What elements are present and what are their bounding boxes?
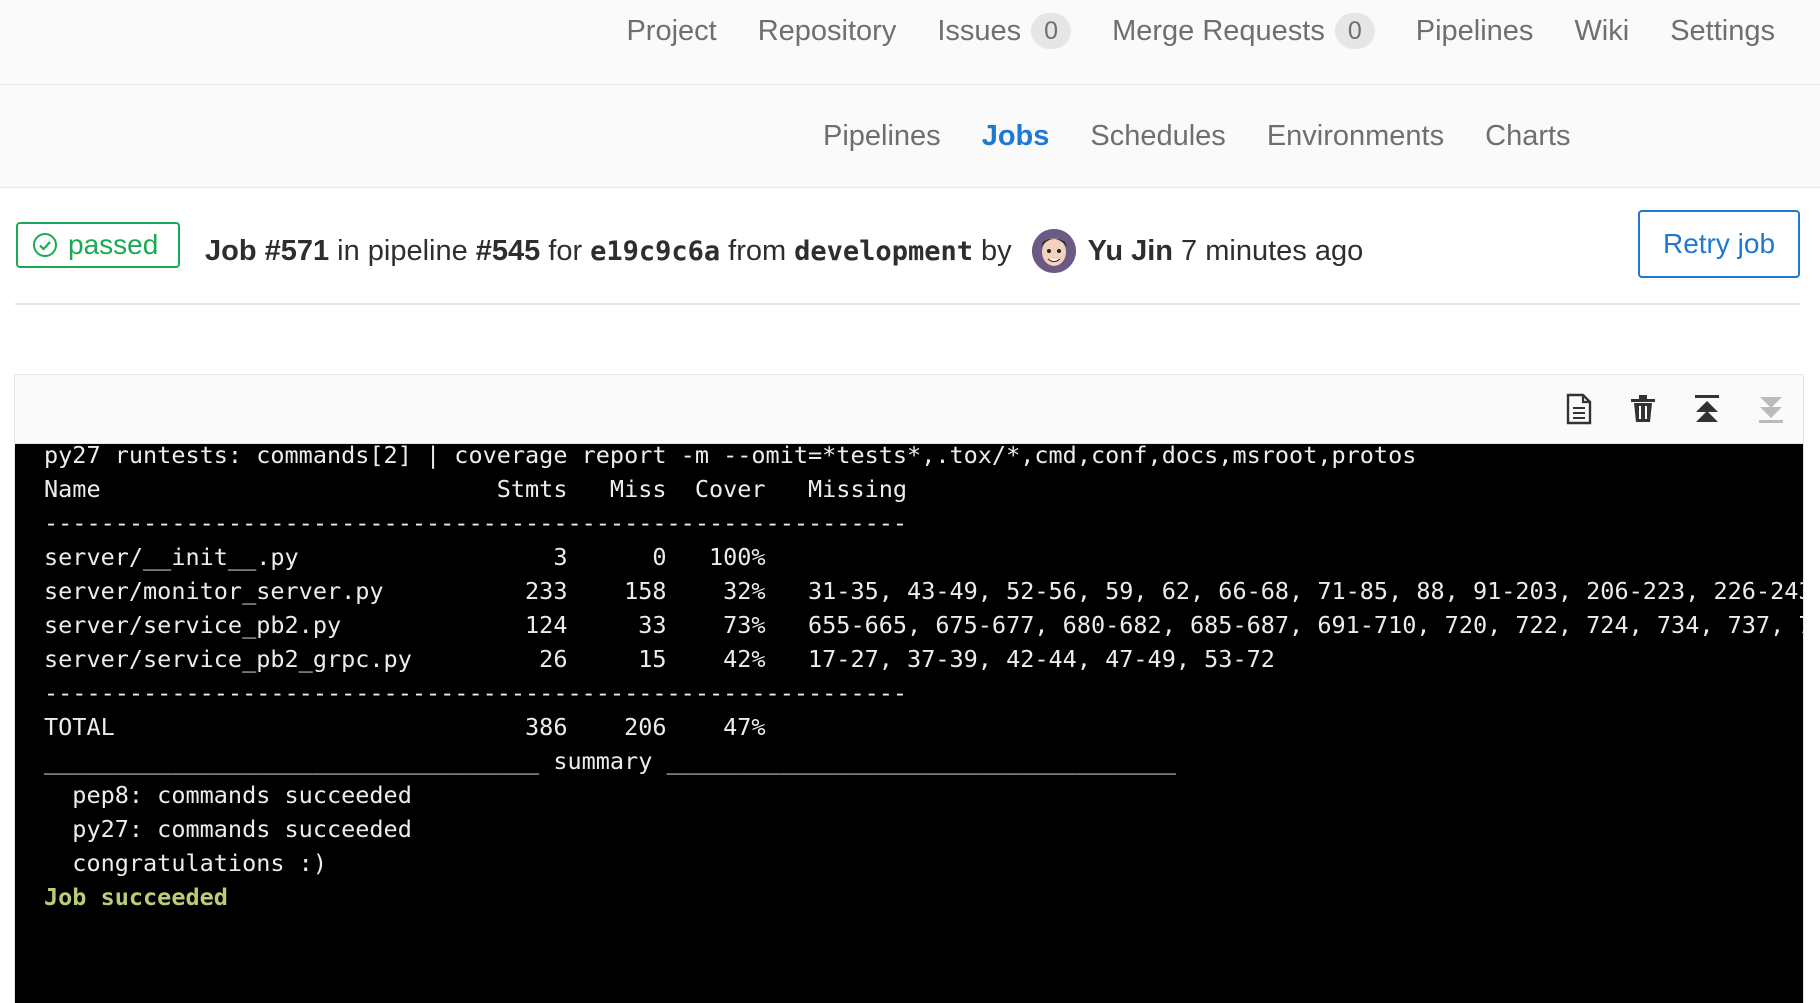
tab-pipelines[interactable]: Pipelines bbox=[823, 120, 941, 153]
nav-repository[interactable]: Repository bbox=[758, 15, 897, 48]
scroll-top-icon[interactable] bbox=[1689, 391, 1725, 427]
log-line: congratulations :) bbox=[44, 849, 327, 877]
log-line: ----------------------------------------… bbox=[44, 509, 908, 537]
job-info: Job #571 in pipeline #545 for e19c9c6a f… bbox=[205, 225, 1371, 277]
issues-count-badge: 0 bbox=[1031, 13, 1072, 49]
top-nav: Project Repository Issues 0 Merge Request… bbox=[0, 0, 1820, 85]
status-text: passed bbox=[68, 229, 159, 260]
avatar[interactable] bbox=[1031, 229, 1076, 273]
nav-settings[interactable]: Settings bbox=[1670, 15, 1775, 48]
log-line: server/service_pb2.py 124 33 73% 655-665… bbox=[44, 611, 1803, 639]
nav-pipelines[interactable]: Pipelines bbox=[1416, 15, 1534, 48]
sub-nav-list: Pipelines Jobs Schedules Environments Ch… bbox=[823, 85, 1612, 187]
tab-environments[interactable]: Environments bbox=[1267, 120, 1444, 153]
job-log-panel: py27 runtests: commands[2] | coverage re… bbox=[14, 374, 1804, 1003]
job-id[interactable]: #571 bbox=[265, 235, 330, 268]
nav-project[interactable]: Project bbox=[626, 15, 716, 48]
user-name[interactable]: Yu Jin bbox=[1088, 235, 1173, 268]
log-line: pep8: commands succeeded bbox=[44, 781, 412, 809]
log-toolbar bbox=[15, 375, 1803, 444]
job-succeeded-line: Job succeeded bbox=[44, 883, 228, 911]
log-line: server/service_pb2_grpc.py 26 15 42% 17-… bbox=[44, 645, 1275, 673]
retry-job-button[interactable]: Retry job bbox=[1638, 210, 1800, 278]
commit-sha[interactable]: e19c9c6a bbox=[590, 236, 720, 267]
time-ago: 7 minutes ago bbox=[1181, 234, 1364, 267]
tab-schedules[interactable]: Schedules bbox=[1090, 120, 1225, 153]
branch-name[interactable]: development bbox=[794, 236, 973, 267]
log-line: Name Stmts Miss Cover Missing bbox=[44, 475, 908, 503]
log-line: ----------------------------------------… bbox=[44, 679, 908, 707]
log-output: py27 runtests: commands[2] | coverage re… bbox=[15, 444, 1803, 914]
for-text: for bbox=[548, 234, 583, 267]
tab-charts[interactable]: Charts bbox=[1485, 120, 1570, 153]
by-text: by bbox=[980, 234, 1012, 267]
top-nav-list: Project Repository Issues 0 Merge Request… bbox=[585, 0, 1775, 62]
job-label: Job bbox=[205, 234, 257, 267]
job-log-terminal[interactable]: py27 runtests: commands[2] | coverage re… bbox=[15, 444, 1803, 1003]
nav-wiki[interactable]: Wiki bbox=[1574, 15, 1629, 48]
raw-log-icon[interactable] bbox=[1561, 391, 1597, 427]
log-line: py27 runtests: commands[2] | coverage re… bbox=[44, 444, 1417, 469]
log-line: server/monitor_server.py 233 158 32% 31-… bbox=[44, 577, 1803, 605]
from-text: from bbox=[728, 234, 787, 267]
job-header: passed Job #571 in pipeline #545 for e19… bbox=[15, 205, 1800, 305]
log-line: server/__init__.py 3 0 100% bbox=[44, 543, 766, 571]
in-pipeline-text: in pipeline bbox=[337, 234, 468, 267]
sub-nav: Pipelines Jobs Schedules Environments Ch… bbox=[0, 85, 1820, 188]
merge-requests-count-badge: 0 bbox=[1334, 13, 1375, 49]
nav-merge-requests[interactable]: Merge Requests 0 bbox=[1112, 13, 1375, 49]
scroll-bottom-icon[interactable] bbox=[1753, 391, 1789, 427]
log-line: ___________________________________ summ… bbox=[44, 747, 1176, 775]
status-badge[interactable]: passed bbox=[16, 222, 180, 268]
tab-jobs[interactable]: Jobs bbox=[982, 120, 1050, 153]
nav-issues[interactable]: Issues 0 bbox=[937, 13, 1072, 49]
log-line: TOTAL 386 206 47% bbox=[44, 713, 766, 741]
log-line: py27: commands succeeded bbox=[44, 815, 412, 843]
pipeline-id[interactable]: #545 bbox=[476, 235, 541, 268]
check-circle-icon bbox=[32, 232, 58, 258]
erase-icon[interactable] bbox=[1625, 391, 1661, 427]
